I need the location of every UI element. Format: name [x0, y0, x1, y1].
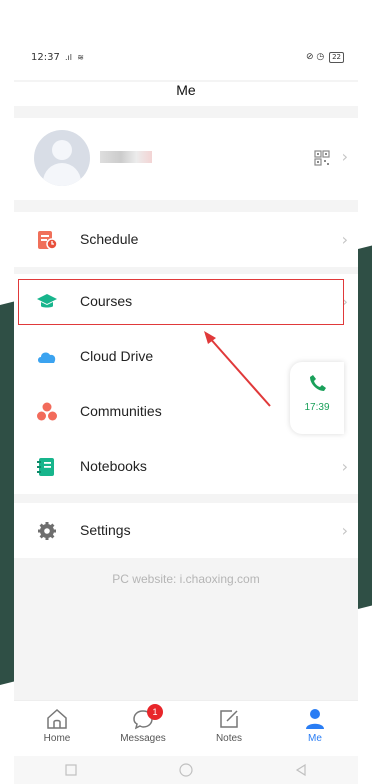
schedule-icon — [38, 231, 58, 250]
menu-group-settings: Settings › — [14, 503, 358, 558]
back-icon[interactable] — [294, 763, 308, 777]
clock: 12:37 — [31, 52, 60, 63]
chevron-right-icon: › — [341, 457, 348, 476]
edit-note-icon — [220, 710, 238, 728]
system-navigation-bar — [14, 756, 358, 784]
unread-badge: 1 — [147, 704, 163, 720]
phone-icon — [310, 375, 326, 391]
tab-notes[interactable]: Notes — [194, 701, 264, 756]
menu-label-schedule: Schedule — [80, 231, 139, 247]
status-bar: 12:37 .ıl ≋ ⊘ ◷ 22 — [14, 0, 358, 80]
wifi-icon: ≋ — [77, 53, 84, 62]
tab-label-me: Me — [308, 733, 322, 744]
courses-highlight-box — [18, 279, 344, 325]
menu-label-notebooks: Notebooks — [80, 458, 147, 474]
gear-icon — [38, 522, 56, 540]
chevron-right-icon: › — [341, 147, 348, 166]
pointer-arrow — [204, 331, 271, 407]
tab-label-home: Home — [43, 733, 71, 744]
page-title: Me — [14, 82, 358, 106]
menu-item-notebooks[interactable]: Notebooks › — [14, 439, 358, 494]
chevron-right-icon: › — [341, 230, 348, 249]
status-icons: ⊘ ◷ 22 — [306, 52, 344, 63]
cloud-icon — [38, 352, 56, 363]
profile-row[interactable]: › — [14, 118, 358, 200]
floating-call-widget[interactable]: 17:39 — [290, 362, 344, 434]
pc-website-text: PC website: i.chaoxing.com — [112, 572, 260, 586]
menu-group-schedule: Schedule › — [14, 212, 358, 267]
person-icon — [306, 709, 324, 729]
alarm-icon: ⊘ ◷ — [305, 52, 325, 62]
home-circle-icon[interactable] — [178, 762, 194, 778]
tab-me[interactable]: Me — [280, 701, 350, 756]
tab-home[interactable]: Home — [22, 701, 92, 756]
tab-label-notes: Notes — [215, 733, 243, 744]
status-time: 12:37 .ıl ≋ — [31, 52, 84, 63]
communities-icon — [37, 402, 57, 421]
tab-label-messages: Messages — [120, 733, 166, 744]
menu-label-cloud-drive: Cloud Drive — [80, 348, 154, 364]
recent-apps-icon[interactable] — [64, 763, 78, 777]
menu-label-communities: Communities — [80, 403, 162, 419]
notebook-icon — [37, 458, 54, 476]
tab-messages[interactable]: 1 Messages — [108, 701, 178, 756]
signal-icon: .ıl — [65, 53, 73, 62]
menu-label-settings: Settings — [80, 522, 131, 538]
menu-item-settings[interactable]: Settings › — [14, 503, 358, 558]
qr-code-icon[interactable] — [314, 150, 330, 166]
menu-item-schedule[interactable]: Schedule › — [14, 212, 358, 267]
battery-icon: 22 — [329, 52, 344, 63]
avatar[interactable] — [34, 130, 90, 186]
call-duration: 17:39 — [304, 402, 330, 413]
chevron-right-icon: › — [341, 521, 348, 540]
bottom-tab-bar: Home 1 Messages Notes Me — [14, 700, 358, 756]
home-icon — [47, 708, 67, 729]
user-name-blurred — [100, 151, 152, 163]
